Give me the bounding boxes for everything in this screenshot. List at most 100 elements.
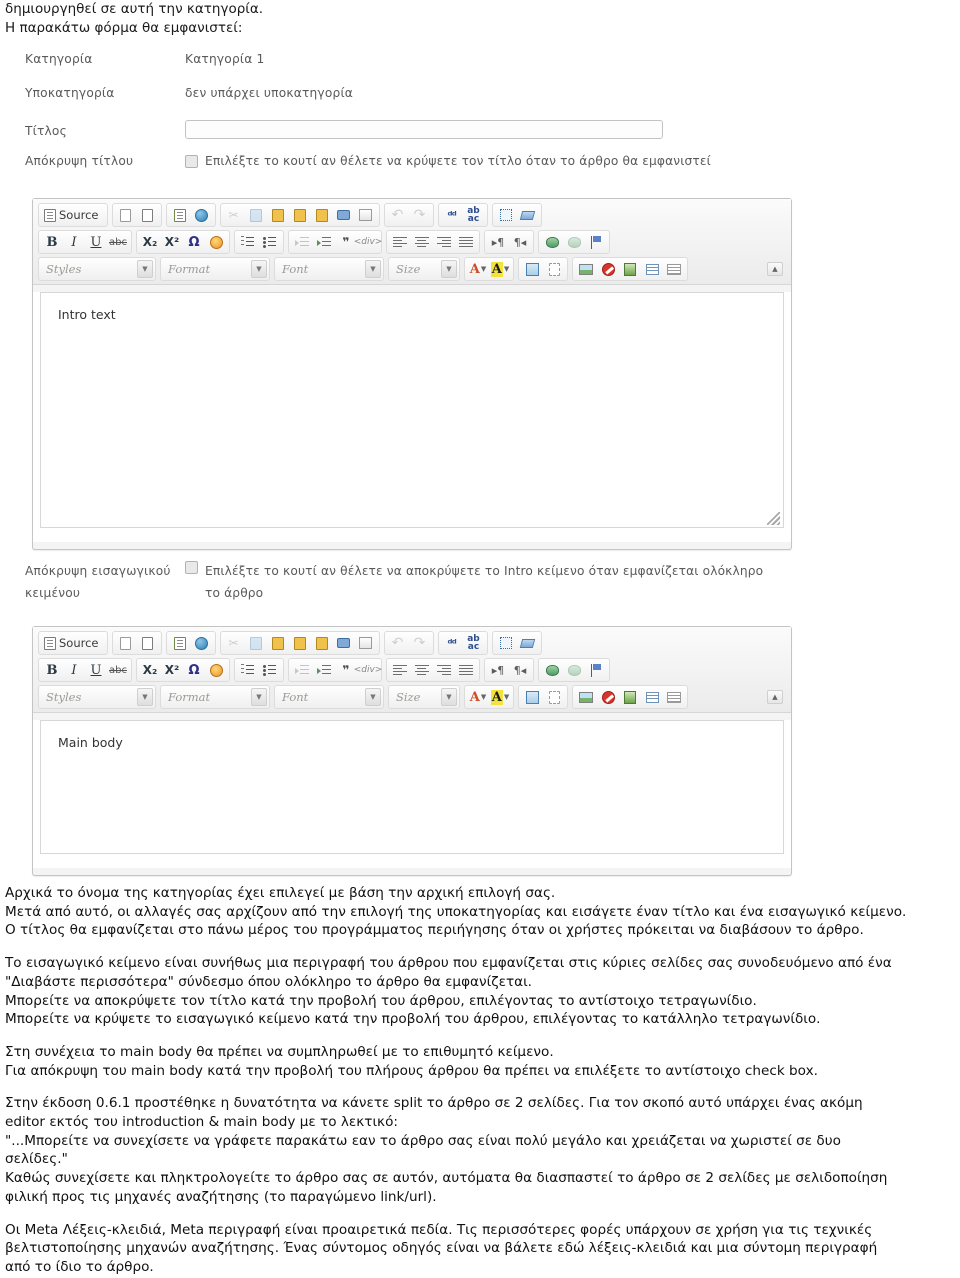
paste-text-icon[interactable] <box>289 205 311 225</box>
numbered-list-icon[interactable] <box>237 232 259 252</box>
horizontal-rule-icon[interactable] <box>663 687 685 707</box>
replace-icon[interactable]: ab ac <box>463 205 485 225</box>
text-color-icon[interactable]: A ▼ <box>467 259 489 279</box>
subscript-icon[interactable]: X₂ <box>139 232 161 252</box>
spell-check-icon[interactable] <box>355 205 377 225</box>
find-icon[interactable]: ᵈᵈ <box>441 205 463 225</box>
print-icon[interactable] <box>333 205 355 225</box>
font-combo[interactable]: Font ▼ <box>274 257 384 281</box>
paste-icon[interactable] <box>267 205 289 225</box>
link-icon[interactable] <box>541 232 563 252</box>
source-icon[interactable]: Source <box>41 633 105 653</box>
page-globe-icon[interactable] <box>191 205 213 225</box>
font-combo[interactable]: Font ▼ <box>274 685 384 709</box>
select-all-icon[interactable] <box>495 205 517 225</box>
remove-format-icon[interactable] <box>517 205 539 225</box>
anchor-icon[interactable] <box>585 660 607 680</box>
maximize-icon[interactable] <box>521 259 543 279</box>
special-char-icon[interactable]: Ω <box>183 660 205 680</box>
chevron-down-icon[interactable]: ▼ <box>441 688 457 706</box>
copy-icon[interactable] <box>245 205 267 225</box>
source-icon[interactable]: Source <box>41 205 105 225</box>
align-justify-icon[interactable] <box>455 232 477 252</box>
spell-check-icon[interactable] <box>355 633 377 653</box>
rtl-icon[interactable]: ¶◂ <box>509 660 531 680</box>
size-combo[interactable]: Size ▼ <box>388 685 460 709</box>
replace-icon[interactable]: ab ac <box>463 633 485 653</box>
chevron-down-icon[interactable]: ▼ <box>137 260 153 278</box>
bulleted-list-icon[interactable] <box>259 232 281 252</box>
preview-icon[interactable] <box>137 633 159 653</box>
copy-icon[interactable] <box>245 633 267 653</box>
unlink-icon[interactable] <box>563 232 585 252</box>
resize-grip[interactable] <box>767 512 780 525</box>
paste-word-icon[interactable] <box>311 205 333 225</box>
underline-icon[interactable]: U <box>85 232 107 252</box>
format-combo[interactable]: Format ▼ <box>160 257 270 281</box>
main-body-editor-canvas[interactable]: Main body <box>40 720 784 854</box>
subscript-icon[interactable]: X₂ <box>139 660 161 680</box>
select-all-icon[interactable] <box>495 633 517 653</box>
redo-icon[interactable]: ↷ <box>409 205 431 225</box>
format-combo[interactable]: Format ▼ <box>160 685 270 709</box>
chevron-down-icon[interactable]: ▼ <box>137 688 153 706</box>
text-color-icon[interactable]: A ▼ <box>467 687 489 707</box>
find-icon[interactable]: ᵈᵈ <box>441 633 463 653</box>
collapse-toolbar-icon[interactable]: ▲ <box>767 262 783 276</box>
italic-icon[interactable]: I <box>63 232 85 252</box>
align-justify-icon[interactable] <box>455 660 477 680</box>
main-body-editor[interactable]: Source ✂ ↶ ↷ ᵈᵈ ab ac B I U abc X₂ X² Ω … <box>32 626 792 876</box>
intro-editor[interactable]: Source ✂ ↶ ↷ ᵈᵈ ab ac B I U abc X₂ X² Ω … <box>32 198 792 550</box>
flash-icon[interactable] <box>619 687 641 707</box>
undo-icon[interactable]: ↶ <box>387 205 409 225</box>
print-icon[interactable] <box>333 633 355 653</box>
styles-combo[interactable]: Styles ▼ <box>38 257 156 281</box>
superscript-icon[interactable]: X² <box>161 660 183 680</box>
image-icon[interactable] <box>575 259 597 279</box>
align-center-icon[interactable] <box>411 232 433 252</box>
intro-editor-canvas[interactable]: Intro text <box>40 292 784 528</box>
bold-icon[interactable]: B <box>41 660 63 680</box>
main-body-editor-body[interactable]: Main body <box>33 720 791 868</box>
intro-editor-body[interactable]: Intro text <box>33 292 791 542</box>
collapse-toolbar-icon[interactable]: ▲ <box>767 690 783 704</box>
numbered-list-icon[interactable] <box>237 660 259 680</box>
align-left-icon[interactable] <box>389 232 411 252</box>
smiley-icon[interactable] <box>205 660 227 680</box>
strikethrough-icon[interactable]: abc <box>107 660 129 680</box>
page-globe-icon[interactable] <box>191 633 213 653</box>
rtl-icon[interactable]: ¶◂ <box>509 232 531 252</box>
smiley-icon[interactable] <box>205 232 227 252</box>
anchor-icon[interactable] <box>585 232 607 252</box>
show-blocks-icon[interactable] <box>543 687 565 707</box>
bold-icon[interactable]: B <box>41 232 63 252</box>
align-right-icon[interactable] <box>433 232 455 252</box>
chevron-down-icon[interactable]: ▼ <box>251 688 267 706</box>
horizontal-rule-icon[interactable] <box>663 259 685 279</box>
show-blocks-icon[interactable] <box>543 259 565 279</box>
create-div-icon[interactable]: <div> <box>354 232 383 252</box>
align-right-icon[interactable] <box>433 660 455 680</box>
no-entry-icon[interactable] <box>597 259 619 279</box>
unlink-icon[interactable] <box>563 660 585 680</box>
chevron-down-icon[interactable]: ▼ <box>365 260 381 278</box>
templates-icon[interactable] <box>169 205 191 225</box>
flash-icon[interactable] <box>619 259 641 279</box>
superscript-icon[interactable]: X² <box>161 232 183 252</box>
outdent-icon[interactable] <box>291 660 313 680</box>
chevron-down-icon[interactable]: ▼ <box>441 260 457 278</box>
table-icon[interactable] <box>641 259 663 279</box>
bulleted-list-icon[interactable] <box>259 660 281 680</box>
ltr-icon[interactable]: ▸¶ <box>487 232 509 252</box>
new-page-icon[interactable] <box>115 205 137 225</box>
align-center-icon[interactable] <box>411 660 433 680</box>
remove-format-icon[interactable] <box>517 633 539 653</box>
styles-combo[interactable]: Styles ▼ <box>38 685 156 709</box>
cut-icon[interactable]: ✂ <box>223 205 245 225</box>
underline-icon[interactable]: U <box>85 660 107 680</box>
italic-icon[interactable]: I <box>63 660 85 680</box>
align-left-icon[interactable] <box>389 660 411 680</box>
maximize-icon[interactable] <box>521 687 543 707</box>
link-icon[interactable] <box>541 660 563 680</box>
indent-icon[interactable] <box>313 660 335 680</box>
